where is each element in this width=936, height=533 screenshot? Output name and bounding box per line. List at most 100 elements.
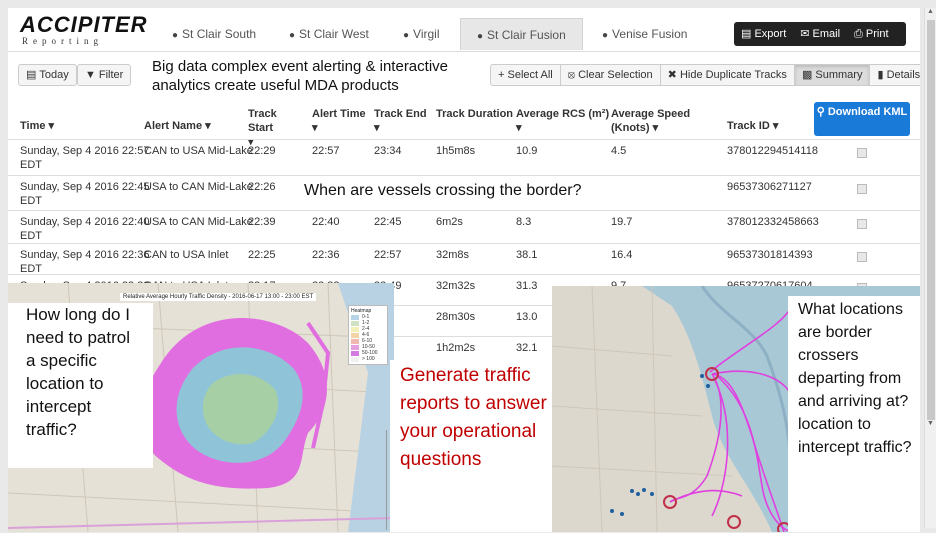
table-row[interactable]: Sunday, Sep 4 2016 22:57 EDT CAN to USA M… [8,139,920,175]
table-row[interactable]: Sunday, Sep 4 2016 22:40 EDT USA to CAN M… [8,210,920,243]
tab-label: St Clair West [299,27,369,41]
cell-alert-time: 22:40 [312,216,340,228]
tab-label: Venise Fusion [612,27,688,41]
cell-time: Sunday, Sep 4 2016 22:45 EDT [20,181,150,207]
scroll-down-icon[interactable]: ▼ [927,420,934,427]
tab-virgil[interactable]: ● Virgil [403,18,440,50]
globe-icon: ● [289,30,296,41]
cell-start: 22:26 [248,181,276,193]
cell-end: 22:57 [374,249,402,261]
filter-label: Filter [98,69,124,81]
details-label: Details [886,69,920,81]
legend-item: > 100 [351,356,385,362]
col-alert-time-label: Alert Time [312,108,366,120]
filter-icon: ▼ [85,69,96,81]
cell-end: 22:45 [374,216,402,228]
header-bar: ACCIPITER Reporting ● St Clair South ● St … [8,8,920,52]
print-label: Print [865,28,889,40]
cell-duration: 1h2m2s [436,342,476,354]
globe-icon: ● [403,30,410,41]
export-button[interactable]: ▤ Export [734,22,793,46]
col-average-rcs-label: Average RCS (m²) [516,108,610,120]
col-track-end[interactable]: Track End ▾ [374,107,430,135]
logo-main: ACCIPITER [20,12,148,37]
sort-icon: ▾ [374,122,380,134]
summary-label: Summary [815,69,863,81]
row-checkbox[interactable] [857,184,867,194]
cell-duration: 28m30s [436,311,476,323]
table-row[interactable]: Sunday, Sep 4 2016 22:36 EDT CAN to USA I… [8,243,920,275]
export-label: Export [754,28,787,40]
print-button[interactable]: ⎙ Print [847,22,895,46]
row-checkbox[interactable] [857,252,867,262]
tab-st-clair-west[interactable]: ● St Clair West [289,18,369,50]
hide-duplicates-label: Hide Duplicate Tracks [679,69,787,81]
tab-label: St Clair South [182,27,257,41]
today-label: Today [39,69,69,81]
caption-right: What locations are border crossers depar… [788,296,920,532]
tab-label: St Clair Fusion [487,28,566,42]
col-time-label: Time [20,120,46,132]
cell-track-id: 96537306271127 [727,181,812,193]
save-icon: ▤ [741,28,755,40]
legend-swatch [351,326,359,332]
col-time[interactable]: Time ▾ [20,119,54,133]
tab-st-clair-fusion[interactable]: ● St Clair Fusion [460,18,583,50]
logo-sub: Reporting [22,36,103,46]
cell-end: 23:34 [374,145,402,157]
cell-rcs: 38.1 [516,249,538,261]
row-checkbox[interactable] [857,148,867,158]
row-checkbox[interactable] [857,219,867,229]
tab-venise-fusion[interactable]: ● Venise Fusion [602,18,687,50]
cell-time: Sunday, Sep 4 2016 22:57 EDT [20,145,150,171]
col-track-id[interactable]: Track ID ▾ [727,119,778,133]
cell-speed: 19.7 [611,216,633,228]
vertical-scrollbar[interactable]: ▲ ▼ [924,8,936,528]
caption-middle: When are vessels crossing the border? [298,181,588,200]
summary-button[interactable]: ▩ Summary [794,64,871,86]
select-all-button[interactable]: + Select All [490,64,561,86]
clear-selection-button[interactable]: ⦻ Clear Selection [560,64,661,86]
heatmap-legend: Heatmap 0-1 1-2 2-4 4-6 6-10 10-50 50-100 > 100 [348,305,388,365]
legend-swatch [351,350,359,356]
tab-st-clair-south[interactable]: ● St Clair South [172,18,256,50]
col-track-id-label: Track ID [727,120,770,132]
printer-icon: ⎙ [854,28,866,40]
cell-duration: 1h5m8s [436,145,476,157]
col-average-rcs[interactable]: Average RCS (m²) ▾ [516,107,616,135]
cell-track-id: 378012294514118 [727,145,818,157]
globe-icon: ● [172,30,179,41]
email-label: Email [812,28,841,40]
col-alert-name[interactable]: Alert Name ▾ [144,119,211,133]
cell-speed: 16.4 [611,249,633,261]
cell-alert-time: 22:36 [312,249,340,261]
caption-center: Generate traffic reports to answer your … [390,360,552,532]
details-button[interactable]: ▮ Details [870,64,920,86]
col-alert-name-label: Alert Name [144,120,203,132]
caption-left: How long do I need to patrol a specific … [8,303,153,468]
heatmap-title: Relative Average Hourly Traffic Density … [120,293,317,301]
scroll-up-icon[interactable]: ▲ [927,8,934,15]
legend-label: > 100 [362,356,375,362]
envelope-icon: ✉ [800,28,813,40]
col-alert-time[interactable]: Alert Time ▾ [312,107,368,135]
cell-start: 22:39 [248,216,276,228]
today-button[interactable]: ▤ Today [18,64,77,86]
divider [386,430,387,530]
filter-button[interactable]: ▼ Filter [77,64,132,86]
action-button-group: ▤ Export ✉ Email ⎙ Print [734,22,906,46]
cell-start: 22:29 [248,145,276,157]
sort-icon: ▾ [205,120,211,132]
download-kml-button[interactable]: ⚲ Download KML [814,102,910,136]
hide-duplicates-button[interactable]: ✖ Hide Duplicate Tracks [660,64,795,86]
selection-button-group: + Select All ⦻ Clear Selection ✖ Hide Du… [490,64,920,86]
scrollbar-thumb[interactable] [927,20,935,420]
file-icon: ▮ [877,69,887,81]
cell-duration: 32m32s [436,280,476,292]
cell-speed: 4.5 [611,145,627,157]
cell-alert: CAN to USA Mid-Lake [144,145,253,157]
email-button[interactable]: ✉ Email [793,22,847,46]
col-track-duration[interactable]: Track Duration [436,107,526,121]
globe-icon: ● [602,30,609,41]
col-average-speed[interactable]: Average Speed (Knots) ▾ [611,107,711,135]
